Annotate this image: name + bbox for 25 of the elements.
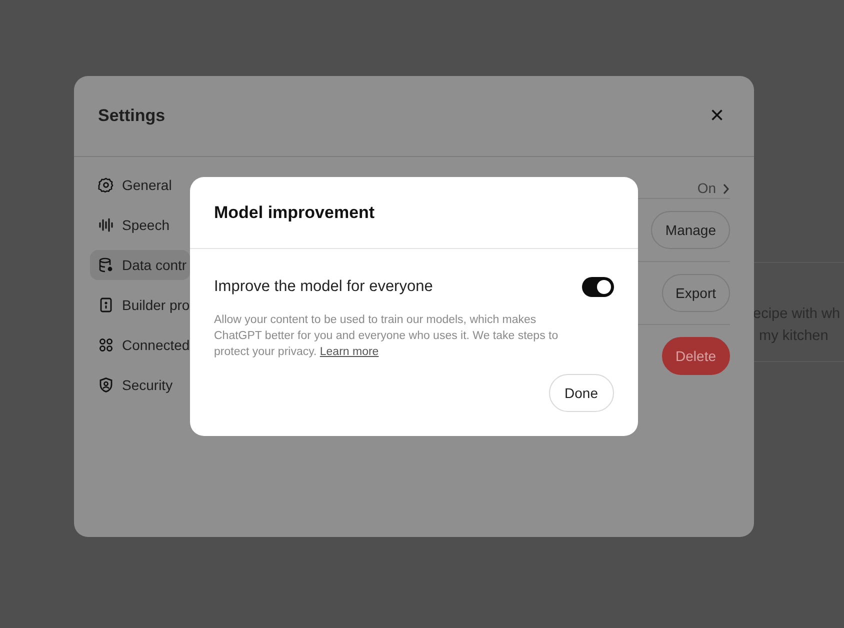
- settings-title: Settings: [98, 105, 166, 128]
- description-text: Allow your content to be used to train our models, which makes ChatGPT better for you and everyone who uses it. We take steps to protect your privacy. Learn more: [214, 313, 559, 360]
- done-button[interactable]: Done: [548, 374, 614, 412]
- toggle-label: Improve the model for everyone: [214, 277, 433, 297]
- gear-icon: [98, 177, 114, 193]
- delete-button[interactable]: Delete: [662, 337, 730, 375]
- sidebar-item[interactable]: Data contr: [90, 250, 190, 280]
- shield-user-icon: [98, 377, 114, 393]
- sidebar-item[interactable]: Speech: [90, 210, 190, 240]
- sidebar-item[interactable]: General: [90, 170, 190, 200]
- dialog-title: Model improvement: [190, 177, 638, 249]
- setting-value[interactable]: On: [697, 178, 730, 199]
- sidebar-item[interactable]: Security: [90, 370, 190, 400]
- action-button[interactable]: Manage: [651, 211, 730, 249]
- database-icon: [98, 257, 114, 273]
- action-button[interactable]: Export: [662, 274, 730, 312]
- sidebar-item[interactable]: Connected: [90, 330, 190, 360]
- id-card-icon: [98, 297, 114, 313]
- sidebar-item[interactable]: Builder pro: [90, 290, 190, 320]
- learn-more-link[interactable]: Learn more: [320, 346, 379, 358]
- toggle-switch[interactable]: [582, 276, 614, 297]
- waveform-icon: [98, 217, 114, 233]
- grid-icon: [98, 337, 114, 353]
- chevron-right-icon: [722, 182, 730, 194]
- close-button[interactable]: ×: [710, 104, 724, 128]
